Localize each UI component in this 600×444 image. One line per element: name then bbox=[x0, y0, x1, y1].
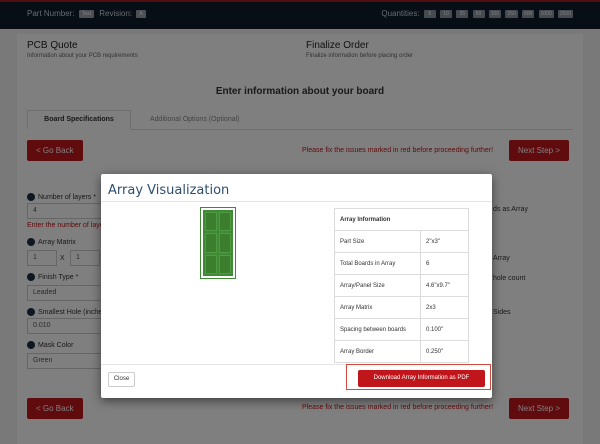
row-value: 6 bbox=[420, 252, 469, 275]
array-board-diagram bbox=[200, 207, 236, 279]
row-value: 2"x3" bbox=[420, 230, 469, 253]
row-value: 2x3 bbox=[420, 296, 469, 319]
row-value: 0.100" bbox=[420, 318, 469, 341]
download-pdf-button[interactable]: Download Array Information as PDF bbox=[358, 370, 485, 387]
close-button[interactable]: Close bbox=[108, 372, 135, 387]
row-label: Array/Panel Size bbox=[334, 274, 421, 297]
board-cell bbox=[219, 233, 231, 253]
table-row: Array Matrix 2x3 bbox=[334, 296, 469, 319]
row-value: 0.250" bbox=[420, 340, 469, 363]
row-value: 4.6"x9.7" bbox=[420, 274, 469, 297]
modal-header-divider bbox=[101, 201, 492, 202]
row-label: Part Size bbox=[334, 230, 421, 253]
table-row: Array/Panel Size 4.6"x9.7" bbox=[334, 274, 469, 297]
table-row: Part Size 2"x3" bbox=[334, 230, 469, 253]
table-header-row: Array Information bbox=[334, 208, 469, 231]
board-cell bbox=[205, 233, 217, 253]
table-header: Array Information bbox=[334, 208, 469, 231]
table-row: Spacing between boards 0.100" bbox=[334, 318, 469, 341]
modal-title: Array Visualization bbox=[108, 183, 230, 198]
row-label: Array Matrix bbox=[334, 296, 421, 319]
board-cell bbox=[219, 212, 231, 232]
row-label: Spacing between boards bbox=[334, 318, 421, 341]
board-cell bbox=[205, 212, 217, 232]
row-label: Array Border bbox=[334, 340, 421, 363]
board-cell bbox=[205, 254, 217, 274]
board-cell bbox=[219, 254, 231, 274]
table-row: Array Border 0.250" bbox=[334, 340, 469, 363]
row-label: Total Boards in Array bbox=[334, 252, 421, 275]
table-row: Total Boards in Array 6 bbox=[334, 252, 469, 275]
array-info-table: Array Information Part Size 2"x3" Total … bbox=[334, 208, 469, 363]
array-visualization-modal: Array Visualization Array Information Pa… bbox=[101, 174, 492, 398]
